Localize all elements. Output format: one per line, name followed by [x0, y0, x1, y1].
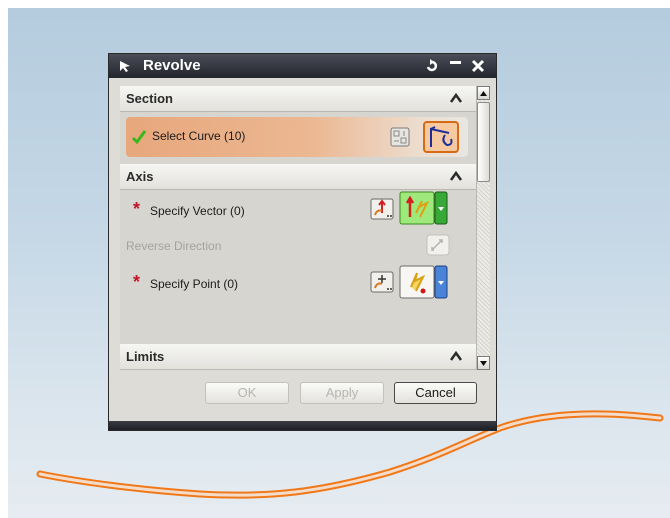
chevron-up-icon[interactable]: [448, 169, 464, 183]
group-title-limits: Limits: [126, 349, 165, 364]
required-asterisk-icon: *: [133, 272, 141, 292]
scroll-down-arrow-icon[interactable]: [477, 356, 490, 370]
green-check-icon: [131, 130, 147, 145]
point-dialog-icon[interactable]: [370, 271, 394, 293]
dialog-titlebar[interactable]: Revolve: [109, 54, 496, 78]
minimize-icon[interactable]: [447, 57, 465, 75]
scrollbar-thumb[interactable]: [477, 102, 490, 182]
vertical-scrollbar[interactable]: [476, 86, 490, 370]
group-header-limits[interactable]: Limits: [120, 344, 476, 370]
scroll-up-arrow-icon[interactable]: [477, 86, 490, 100]
required-asterisk-icon: *: [133, 199, 141, 219]
ok-button[interactable]: OK: [205, 382, 289, 404]
apply-button[interactable]: Apply: [300, 382, 384, 404]
group-header-axis[interactable]: Axis: [120, 164, 476, 190]
chevron-up-icon[interactable]: [448, 349, 464, 363]
inferred-vector-icon[interactable]: [399, 191, 449, 225]
cancel-button[interactable]: Cancel: [394, 382, 477, 404]
specify-vector-label: Specify Vector (0): [150, 204, 245, 218]
curve-rule-icon[interactable]: [390, 127, 410, 147]
reverse-direction-label: Reverse Direction: [126, 239, 222, 253]
reset-icon[interactable]: [423, 57, 441, 75]
cursor-arrow-icon: [120, 61, 130, 72]
vector-dialog-icon[interactable]: [370, 198, 394, 220]
inferred-point-icon[interactable]: [399, 265, 449, 299]
dialog-bottom-bar: [109, 421, 496, 430]
dialog-content: Section Select Curve (10) Axis * Specify…: [120, 86, 476, 370]
select-curve-row[interactable]: Select Curve (10): [126, 117, 468, 157]
chevron-up-icon[interactable]: [448, 91, 464, 105]
select-curve-icon[interactable]: [423, 121, 459, 153]
select-curve-label: Select Curve (10): [152, 129, 246, 143]
group-title-axis: Axis: [126, 169, 154, 184]
dialog-title: Revolve: [143, 57, 201, 74]
group-title-section: Section: [126, 91, 173, 106]
close-icon[interactable]: [469, 57, 487, 75]
reverse-direction-icon[interactable]: [426, 234, 450, 256]
revolve-dialog: Revolve Section Select Curve (10) Axis *…: [108, 53, 497, 431]
specify-point-label: Specify Point (0): [150, 277, 239, 291]
group-header-section[interactable]: Section: [120, 86, 476, 112]
